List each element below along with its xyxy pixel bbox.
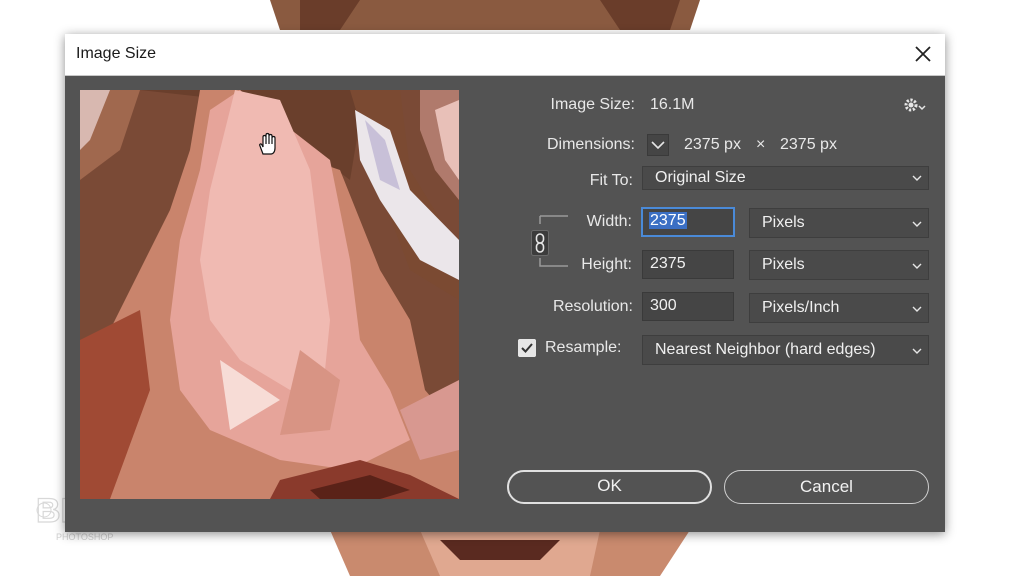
- chevron-down-icon: [912, 175, 922, 181]
- width-unit-value: Pixels: [762, 214, 805, 231]
- width-label: Width:: [586, 213, 632, 230]
- height-input[interactable]: 2375: [642, 250, 734, 279]
- chevron-down-icon: [912, 348, 922, 354]
- resolution-input[interactable]: 300: [642, 292, 734, 321]
- resolution-unit-value: Pixels/Inch: [762, 299, 840, 316]
- image-size-value: 16.1M: [650, 96, 695, 113]
- dimensions-times: ×: [756, 136, 766, 153]
- resolution-unit-select[interactable]: Pixels/Inch: [749, 293, 929, 323]
- resolution-value: 300: [650, 297, 677, 314]
- svg-text:PHOTOSHOP: PHOTOSHOP: [56, 532, 113, 542]
- dialog-title: Image Size: [76, 45, 157, 62]
- height-unit-value: Pixels: [762, 256, 805, 273]
- width-value: 2375: [649, 212, 687, 229]
- chain-link-icon[interactable]: [531, 230, 549, 256]
- chevron-down-icon: [912, 221, 922, 227]
- dimensions-height: 2375 px: [780, 136, 837, 153]
- image-preview[interactable]: [80, 90, 459, 499]
- fit-to-label: Fit To:: [589, 172, 633, 189]
- chevron-down-icon: [912, 263, 922, 269]
- close-icon[interactable]: [911, 42, 935, 66]
- resample-value: Nearest Neighbor (hard edges): [655, 341, 876, 358]
- width-input[interactable]: 2375: [641, 207, 735, 237]
- hand-icon: [259, 132, 276, 155]
- resample-label: Resample:: [545, 339, 622, 356]
- cancel-button[interactable]: Cancel: [724, 470, 929, 504]
- resample-select[interactable]: Nearest Neighbor (hard edges): [642, 335, 929, 365]
- image-size-label: Image Size:: [550, 96, 635, 113]
- ok-button[interactable]: OK: [507, 470, 712, 504]
- title-bar: Image Size: [65, 34, 945, 76]
- fit-to-value: Original Size: [655, 169, 746, 186]
- resolution-label: Resolution:: [552, 298, 633, 315]
- chevron-down-icon: [912, 306, 922, 312]
- fit-to-select[interactable]: Original Size: [642, 166, 929, 190]
- dimensions-dropdown-chevron-icon[interactable]: [647, 134, 669, 156]
- dimensions-width: 2375 px: [684, 136, 741, 153]
- resample-checkbox[interactable]: [518, 339, 536, 357]
- dimensions-label: Dimensions:: [546, 136, 635, 153]
- width-unit-select[interactable]: Pixels: [749, 208, 929, 238]
- height-label: Height:: [581, 256, 632, 273]
- height-value: 2375: [650, 255, 686, 272]
- image-size-dialog: Image Size Image Size: 16.1M Dimensions:…: [65, 34, 945, 532]
- gear-icon[interactable]: [903, 96, 927, 114]
- height-unit-select[interactable]: Pixels: [749, 250, 929, 280]
